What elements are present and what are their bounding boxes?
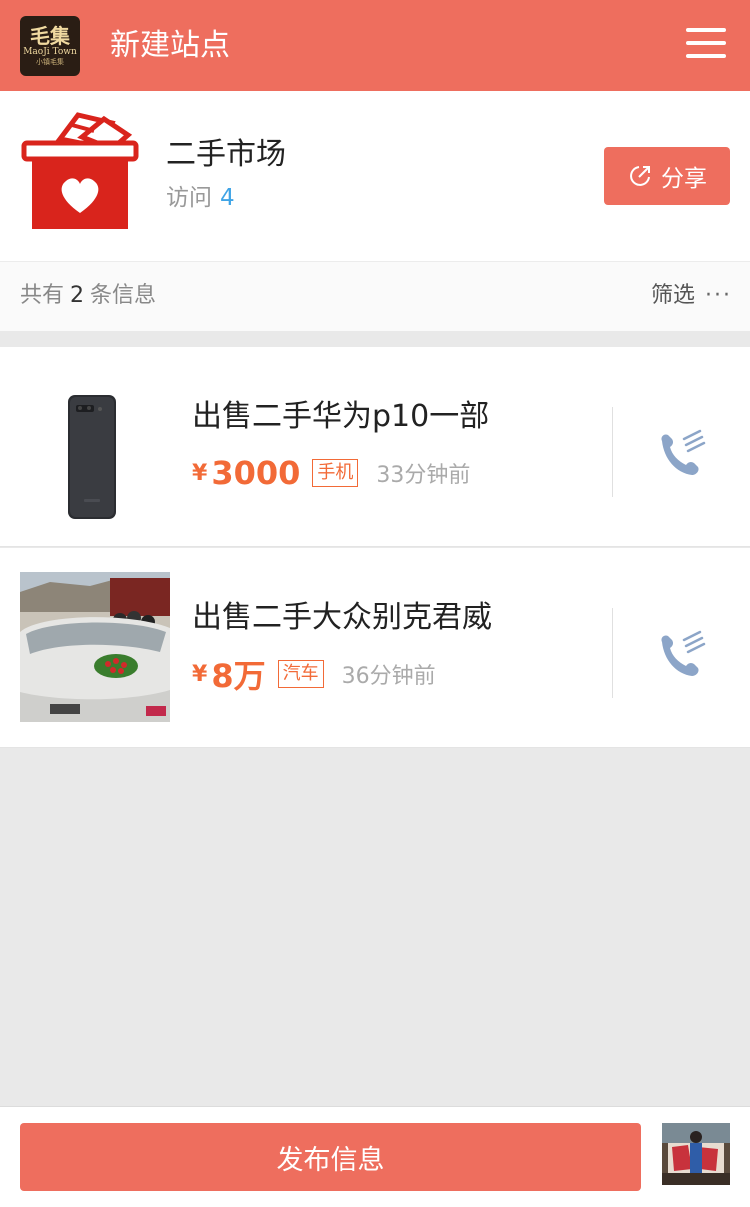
price-row: ¥ 3000 手机 33分钟前 — [192, 451, 470, 495]
phone-photo — [20, 371, 170, 521]
count-suffix: 条信息 — [90, 283, 157, 308]
top-bar: 毛集 MaoJi Town 小镇毛集 新建站点 — [0, 0, 750, 91]
item-title: 出售二手华为p10一部 — [192, 399, 490, 434]
category-title: 二手市场 — [166, 137, 286, 172]
logo-text-en: MaoJi Town — [23, 47, 77, 57]
divider — [612, 407, 613, 497]
item-price: 3000 — [211, 454, 301, 492]
logo-text-sub: 小镇毛集 — [36, 58, 64, 66]
filter-bar: 共有 2 条信息 筛选 ··· — [0, 261, 750, 331]
logo-text-main: 毛集 — [30, 24, 70, 48]
list-item[interactable]: 出售二手大众别克君威 ¥ 8万 汽车 36分钟前 — [0, 548, 750, 748]
category-header: 二手市场 访问 4 分享 — [0, 91, 750, 261]
site-title: 新建站点 — [110, 28, 230, 63]
price-row: ¥ 8万 汽车 36分钟前 — [192, 652, 436, 696]
visits-number: 4 — [220, 185, 235, 211]
post-time: 33分钟前 — [376, 463, 471, 488]
list-item[interactable]: 出售二手华为p10一部 ¥ 3000 手机 33分钟前 — [0, 347, 750, 547]
post-time: 36分钟前 — [341, 664, 436, 689]
bottom-bar: 发布信息 — [0, 1106, 750, 1207]
share-icon — [630, 166, 650, 186]
call-icon[interactable] — [654, 630, 708, 684]
gift-box-heart-icon — [21, 112, 139, 229]
filter-label: 筛选 — [651, 283, 696, 308]
visit-count: 访问 4 — [166, 183, 235, 213]
share-label: 分享 — [661, 166, 707, 192]
call-icon[interactable] — [654, 429, 708, 483]
currency-symbol: ¥ — [192, 460, 208, 486]
car-photo — [20, 572, 170, 722]
category-tag: 手机 — [312, 459, 359, 487]
count-number: 2 — [70, 283, 85, 308]
menu-icon[interactable] — [686, 28, 726, 60]
divider — [612, 608, 613, 698]
avatar[interactable] — [662, 1123, 730, 1185]
listing-count: 共有 2 条信息 — [20, 281, 156, 311]
filter-button[interactable]: 筛选 ··· — [651, 281, 732, 311]
category-tag: 汽车 — [277, 660, 324, 688]
currency-symbol: ¥ — [192, 661, 208, 687]
item-title: 出售二手大众别克君威 — [192, 600, 492, 635]
item-price: 8万 — [211, 657, 266, 695]
count-prefix: 共有 — [20, 283, 65, 308]
share-button[interactable]: 分享 — [604, 147, 730, 205]
site-logo[interactable]: 毛集 MaoJi Town 小镇毛集 — [20, 16, 80, 76]
visits-label: 访问 — [166, 185, 212, 211]
publish-button[interactable]: 发布信息 — [20, 1123, 641, 1191]
more-icon: ··· — [705, 283, 732, 308]
